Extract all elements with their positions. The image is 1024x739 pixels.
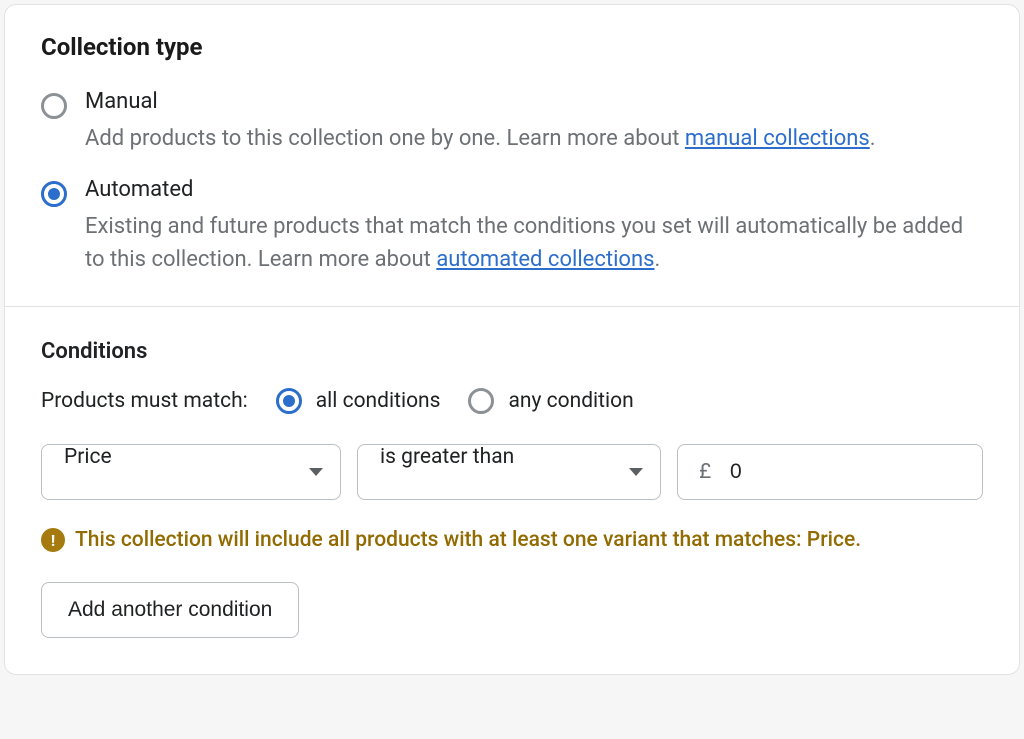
field-select-wrapper: Price [41, 444, 341, 500]
radio-description: Existing and future products that match … [85, 210, 983, 276]
collection-type-automated-option[interactable]: Automated Existing and future products t… [41, 177, 983, 276]
description-prefix: Add products to this collection one by o… [85, 126, 685, 151]
warning-row: ! This collection will include all produ… [41, 528, 983, 552]
radio-description: Add products to this collection one by o… [85, 122, 983, 155]
operator-select[interactable]: is greater than [357, 444, 661, 500]
collection-type-manual-option[interactable]: Manual Add products to this collection o… [41, 89, 983, 155]
radio-content: Manual Add products to this collection o… [85, 89, 983, 155]
match-all-label: all conditions [316, 389, 441, 413]
radio-icon [41, 181, 67, 207]
collection-type-section: Collection type Manual Add products to t… [5, 5, 1019, 306]
radio-content: Automated Existing and future products t… [85, 177, 983, 276]
warning-icon: ! [41, 528, 65, 552]
value-input[interactable] [677, 444, 983, 500]
radio-label: Manual [85, 89, 983, 114]
radio-icon [41, 93, 67, 119]
match-any-option[interactable]: any condition [468, 388, 633, 414]
radio-label: Automated [85, 177, 983, 202]
match-any-label: any condition [508, 389, 633, 413]
condition-row: Price is greater than £ [41, 444, 983, 500]
automated-collections-link[interactable]: automated collections [436, 247, 654, 272]
conditions-title: Conditions [41, 339, 983, 364]
warning-text: This collection will include all product… [75, 528, 861, 552]
value-input-wrapper: £ [677, 444, 983, 500]
radio-icon [468, 388, 494, 414]
collection-type-title: Collection type [41, 33, 983, 61]
conditions-section: Conditions Products must match: all cond… [5, 307, 1019, 674]
collection-settings-card: Collection type Manual Add products to t… [4, 4, 1020, 675]
operator-select-wrapper: is greater than [357, 444, 661, 500]
field-select[interactable]: Price [41, 444, 341, 500]
radio-icon [276, 388, 302, 414]
add-condition-button[interactable]: Add another condition [41, 582, 299, 638]
match-all-option[interactable]: all conditions [276, 388, 441, 414]
currency-prefix: £ [699, 460, 711, 484]
description-suffix: . [654, 247, 660, 272]
match-criteria-row: Products must match: all conditions any … [41, 388, 983, 414]
description-suffix: . [870, 126, 876, 151]
match-label: Products must match: [41, 389, 248, 413]
manual-collections-link[interactable]: manual collections [685, 126, 870, 151]
